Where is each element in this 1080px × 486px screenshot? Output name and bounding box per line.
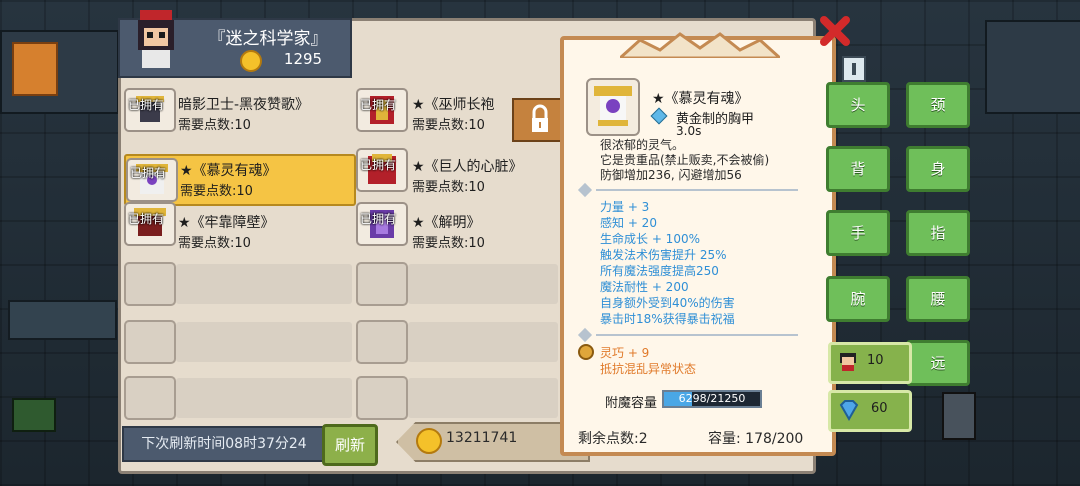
background-wall-right	[985, 20, 1080, 114]
equip-slot-neck[interactable]: 颈	[906, 82, 970, 128]
merchant-gold: 1295	[283, 50, 323, 68]
item-name: ★《慕灵有魂》	[180, 163, 277, 179]
background-device	[12, 398, 56, 432]
equip-slot-back[interactable]: 背	[826, 146, 890, 192]
bonus-icon	[578, 344, 594, 360]
item-points: 需要点数:10	[412, 118, 485, 133]
empty-slot	[356, 376, 408, 420]
shop-item-row[interactable]: 已拥有 ★《牢靠障壁》 需要点数:10	[124, 200, 354, 251]
tooltip-item-name: ★《慕灵有魂》	[652, 91, 749, 107]
equip-slot-wrist[interactable]: 腕	[826, 276, 890, 322]
stat-line: 力量 + 3	[600, 200, 650, 214]
shop-item-row[interactable]: 已拥有 暗影卫士-黑夜赞歌》 需要点数:10	[124, 86, 354, 134]
item-name: ★《解明》	[412, 215, 481, 231]
item-points: 需要点数:10	[178, 118, 251, 133]
stat-line: 感知 + 20	[600, 216, 657, 230]
owned-badge: 已拥有	[360, 158, 397, 172]
merchant-title: 『迷之科学家』	[208, 29, 328, 49]
item-name: ★《巫师长袍	[412, 97, 495, 113]
empty-row	[408, 378, 558, 418]
refresh-button[interactable]: 刷新	[322, 424, 378, 466]
background-machine	[942, 392, 976, 440]
stat-line: 触发法术伤害提升 25%	[600, 248, 727, 262]
empty-slot	[356, 262, 408, 306]
ticket-currency[interactable]: 10	[828, 342, 912, 384]
bonus-line: 抵抗混乱异常状态	[600, 362, 697, 376]
equip-slot-waist[interactable]: 腰	[906, 276, 970, 322]
ticket-count: 10	[867, 353, 884, 368]
total-gold: 13211741	[446, 430, 518, 446]
shop-item-row[interactable]: 已拥有 ★《巨人的心脏》 需要点数:10	[356, 146, 556, 195]
coin-icon	[416, 428, 442, 454]
equip-slot-finger[interactable]: 指	[906, 210, 970, 256]
gem-currency[interactable]: 60	[828, 390, 912, 432]
desc-line: 很浓郁的灵气。	[600, 138, 685, 152]
owned-badge: 已拥有	[128, 98, 165, 112]
tooltip-crown-ornament	[620, 32, 780, 58]
capacity: 容量: 178/200	[708, 431, 804, 447]
item-name: 暗影卫士-黑夜赞歌》	[178, 97, 310, 113]
background-bench	[8, 300, 117, 340]
item-points: 需要点数:10	[412, 180, 485, 195]
equip-slot-ranged[interactable]: 远	[906, 340, 970, 386]
stat-line: 自身额外受到40%的伤害	[600, 296, 735, 310]
empty-row	[408, 264, 558, 304]
empty-slot	[124, 320, 176, 364]
separator	[596, 334, 798, 336]
equip-slot-head[interactable]: 头	[826, 82, 890, 128]
enchant-value: 6298/21250	[678, 392, 746, 405]
character-ticket-icon	[840, 353, 856, 371]
enchant-label: 附魔容量	[605, 396, 658, 411]
item-name: ★《巨人的心脏》	[412, 159, 523, 175]
close-icon[interactable]	[818, 14, 852, 48]
item-points: 需要点数:10	[180, 184, 253, 199]
item-points: 需要点数:10	[412, 236, 485, 251]
empty-slot	[124, 376, 176, 420]
desc-line: 防御增加236, 闪避增加56	[600, 168, 742, 182]
stat-line: 生命成长 + 100%	[600, 232, 700, 246]
empty-row	[176, 264, 352, 304]
item-points: 需要点数:10	[178, 236, 251, 251]
remaining-points: 剩余点数:2	[578, 431, 648, 447]
coin-icon	[240, 50, 262, 72]
background-cabinet	[12, 42, 58, 96]
empty-row	[176, 322, 352, 362]
refresh-timer: 下次刷新时间08时37分24	[122, 426, 326, 462]
stat-line: 魔法耐性 + 200	[600, 280, 689, 294]
owned-badge: 已拥有	[360, 212, 397, 226]
owned-badge: 已拥有	[128, 212, 165, 226]
owned-badge: 已拥有	[360, 98, 397, 112]
gem-count: 60	[871, 401, 888, 416]
tooltip-item-time: 3.0s	[676, 124, 702, 138]
bonus-line: 灵巧 + 9	[600, 346, 650, 360]
gem-icon	[839, 400, 859, 421]
owned-badge: 已拥有	[130, 166, 167, 180]
empty-row	[408, 322, 558, 362]
shop-item-row[interactable]: 已拥有 ★《解明》 需要点数:10	[356, 200, 556, 251]
empty-slot	[124, 262, 176, 306]
separator	[596, 189, 798, 191]
empty-row	[176, 378, 352, 418]
desc-line: 它是贵重品(禁止贩卖,不会被偷)	[600, 153, 770, 167]
empty-slot	[356, 320, 408, 364]
item-name: ★《牢靠障壁》	[178, 215, 275, 231]
merchant-avatar	[138, 10, 174, 68]
equip-slot-body[interactable]: 身	[906, 146, 970, 192]
info-icon[interactable]	[842, 56, 866, 82]
shop-item-row-selected[interactable]: 已拥有 ★《慕灵有魂》 需要点数:10	[124, 154, 356, 206]
tooltip-description: 很浓郁的灵气。 它是贵重品(禁止贩卖,不会被偷) 防御增加236, 闪避增加56	[600, 138, 810, 183]
equip-slot-hand[interactable]: 手	[826, 210, 890, 256]
tooltip-item-icon	[586, 78, 640, 136]
lock-icon	[532, 104, 548, 132]
stat-line: 暴击时18%获得暴击祝福	[600, 312, 735, 326]
stat-line: 所有魔法强度提高250	[600, 264, 719, 278]
